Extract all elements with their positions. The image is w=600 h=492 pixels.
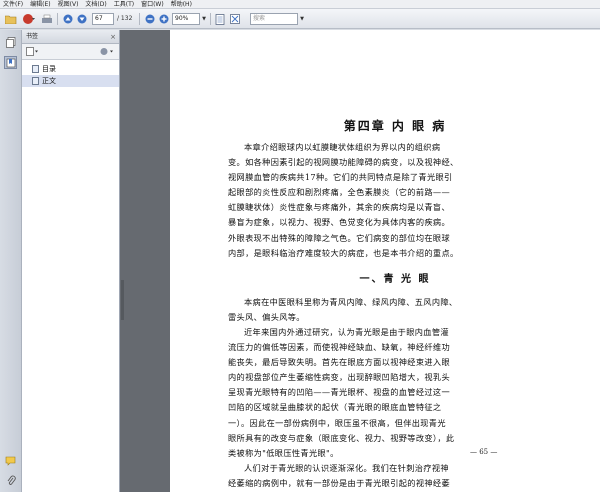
intro-paragraph: 本章介绍眼球内以虹膜睫状体组织为界以内的组织病 变。如各种因素引起的视网膜功能障… bbox=[228, 140, 562, 261]
text-line: 一）。因此在一部份病例中，眼压虽不很高，但伴出现青光 bbox=[228, 417, 446, 428]
section-title: 一、青 光 眼 bbox=[359, 273, 431, 285]
menu-document[interactable]: 文档(D) bbox=[82, 0, 110, 8]
total-pages-label: / 132 bbox=[117, 15, 133, 22]
page-number-input[interactable]: 67 bbox=[92, 13, 114, 25]
text-line: 外眼表现不出特殊的障障之气色。它们病变的部位均在眼球 bbox=[228, 232, 450, 243]
zoom-in-icon[interactable] bbox=[158, 12, 170, 26]
page-up-icon[interactable] bbox=[62, 12, 74, 26]
bookmark-label: 目录 bbox=[42, 65, 56, 73]
panel-toolbar bbox=[22, 44, 119, 60]
text-line: 呈现青光眼特有的凹陷——青光眼杯、视盘的血管经过这一 bbox=[228, 387, 450, 398]
navigation-pane-strip bbox=[0, 30, 22, 492]
bookmark-icon bbox=[32, 65, 39, 73]
document-page: 第四章 内 眼 病 本章介绍眼球内以虹膜睫状体组织为界以内的组织病 变。如各种因… bbox=[170, 30, 600, 492]
text-line: 内的视盘部位产生萎缩性病变，出现醉眼凹陷增大，视乳头 bbox=[228, 372, 450, 383]
attachment-icon[interactable] bbox=[4, 474, 17, 487]
bookmark-label: 正文 bbox=[42, 77, 56, 85]
text-line: 类被称为"低眼压性青光眼"。 bbox=[228, 447, 339, 458]
menu-file[interactable]: 文件(F) bbox=[0, 0, 27, 8]
panel-header: 书签 × bbox=[22, 30, 119, 44]
search-dropdown-icon[interactable]: ▼ bbox=[298, 12, 306, 26]
chapter-title: 第四章 内 眼 病 bbox=[343, 119, 447, 133]
body-paragraph: 本病在中医眼科里称为青风内障、绿风内障、五风内障、 雷头风、偏头风等。 近年来国… bbox=[228, 295, 562, 491]
bookmark-item[interactable]: 正文 bbox=[22, 75, 119, 87]
comments-icon[interactable] bbox=[4, 454, 17, 467]
menu-edit[interactable]: 编辑(E) bbox=[27, 0, 54, 8]
bookmarks-panel-icon[interactable] bbox=[4, 56, 17, 69]
text-line: 雷头风、偏头风等。 bbox=[228, 311, 305, 322]
zoom-select[interactable]: 90% bbox=[172, 13, 200, 25]
text-line: 虹膜睫状体）炎性症象与疼痛外，其余的疾病均是以青盲、 bbox=[228, 202, 450, 213]
chevron-down-icon[interactable]: ▼ bbox=[200, 12, 208, 26]
open-folder-icon[interactable] bbox=[4, 12, 18, 26]
text-line: 眼所具有的改变与症象（眼底变化、视力、视野等改变），此 bbox=[228, 432, 455, 443]
zoom-out-icon[interactable] bbox=[144, 12, 156, 26]
fit-page-icon[interactable] bbox=[214, 12, 226, 26]
bookmarks-panel: 书签 × 目录 正文 bbox=[22, 30, 120, 492]
text-line: 暴盲为症象，以视力、视野、色觉变化为具体内客的疾病。 bbox=[228, 217, 450, 228]
menu-help[interactable]: 帮助(H) bbox=[168, 0, 196, 8]
text-line: 近年来国内外通过研究，认为青光眼是由于眼内血管灌 bbox=[244, 326, 449, 337]
toolbar: 67 / 132 90% ▼ 搜索 ▼ bbox=[0, 9, 600, 29]
text-line: 起眼部的炎性反应和剧烈疼痛，全色素膜炎（它的前路—— bbox=[228, 187, 450, 198]
page-number: — 65 — bbox=[470, 448, 498, 456]
close-icon[interactable]: × bbox=[110, 30, 116, 44]
text-line: 变。如各种因素引起的视网膜功能障碍的病变，以及视神经、 bbox=[228, 157, 459, 168]
text-line: 人们对于青光眼的认识逐渐深化。我们在针刺治疗视神 bbox=[244, 462, 449, 473]
text-line: 内部，是眼科临治疗难度较大的病症，也是本书介绍的重点。 bbox=[228, 247, 459, 258]
text-line: 经萎缩的病例中，就有一部份是由于青光眼引起的视神经萎 bbox=[228, 477, 450, 488]
text-line: 本病在中医眼科里称为青风内障、绿风内障、五风内障、 bbox=[244, 296, 458, 307]
text-line: 能丧失，最后导致失明。首先在眼底方面以视神经束进入眼 bbox=[228, 357, 450, 368]
search-input[interactable]: 搜索 bbox=[250, 13, 298, 25]
menu-tools[interactable]: 工具(T) bbox=[111, 0, 138, 8]
text-line: 流压力的偏低等因素，而使视神经缺血、缺氧，神经纤维功 bbox=[228, 342, 450, 353]
text-line: 凹陷的区域就呈曲膝状的起伏（青光眼的眼底血管特征之 bbox=[228, 402, 442, 413]
menu-view[interactable]: 视图(V) bbox=[55, 0, 83, 8]
new-bookmark-icon[interactable] bbox=[100, 47, 114, 58]
panel-title: 书签 bbox=[26, 33, 39, 40]
pages-panel-icon[interactable] bbox=[4, 36, 17, 49]
page-content: 第四章 内 眼 病 本章介绍眼球内以虹膜睫状体组织为界以内的组织病 变。如各种因… bbox=[228, 116, 562, 491]
menu-bar: 文件(F) 编辑(E) 视图(V) 文档(D) 工具(T) 窗口(W) 帮助(H) bbox=[0, 0, 600, 9]
page-down-icon[interactable] bbox=[76, 12, 88, 26]
panel-splitter[interactable] bbox=[120, 30, 170, 492]
full-screen-icon[interactable] bbox=[229, 12, 241, 26]
create-pdf-icon[interactable] bbox=[20, 12, 38, 26]
text-line: 本章介绍眼球内以虹膜睫状体组织为界以内的组织病 bbox=[244, 142, 441, 152]
options-icon[interactable] bbox=[26, 47, 38, 58]
bookmark-icon bbox=[32, 77, 39, 85]
text-line: 视网膜血管的疾病共17种。它们的共同特点是除了青光眼引 bbox=[228, 172, 453, 183]
print-icon[interactable] bbox=[40, 12, 54, 26]
menu-window[interactable]: 窗口(W) bbox=[138, 0, 168, 8]
splitter-grip[interactable] bbox=[121, 280, 124, 320]
bookmark-item[interactable]: 目录 bbox=[22, 63, 119, 75]
